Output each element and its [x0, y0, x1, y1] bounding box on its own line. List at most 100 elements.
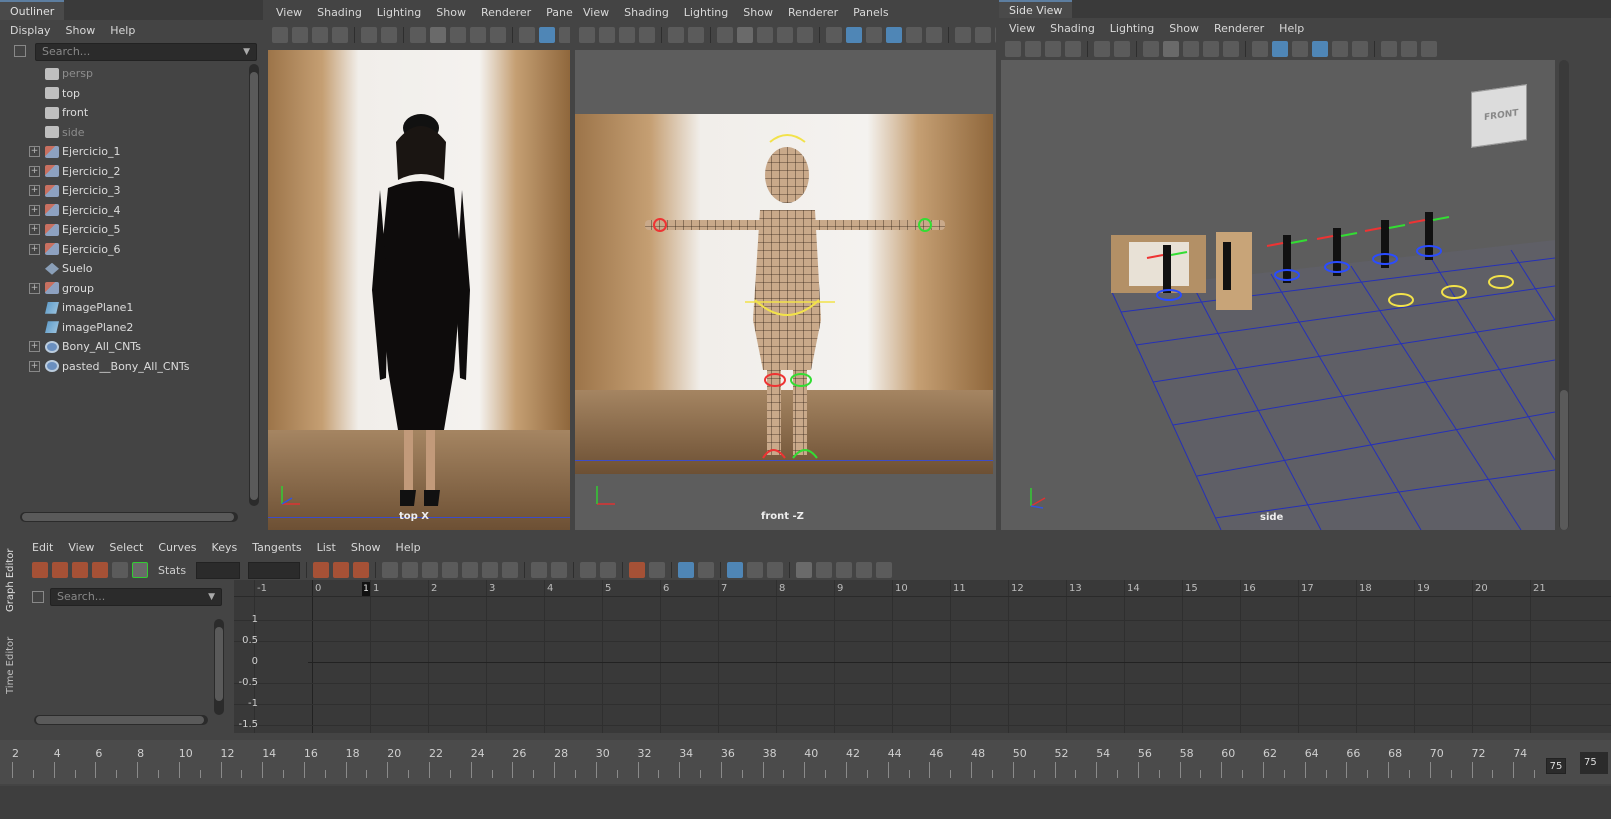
toolbar-tool-icon[interactable] [410, 27, 426, 43]
outliner-item-ejercicio-2[interactable]: + Ejercicio_2 [10, 162, 255, 182]
outliner-item-ejercicio-6[interactable]: + Ejercicio_6 [10, 240, 255, 260]
toolbar-tool-icon[interactable] [1292, 41, 1308, 57]
outliner-item-pasted-bony-all-cnts[interactable]: + pasted__Bony_All_CNTs [10, 357, 255, 377]
side-menu-help[interactable]: Help [1279, 22, 1304, 35]
flat-tangent-icon[interactable] [462, 562, 479, 578]
front-menu-renderer[interactable]: Renderer [788, 6, 838, 19]
outliner-item-ejercicio-4[interactable]: + Ejercicio_4 [10, 201, 255, 221]
expand-icon[interactable]: + [29, 360, 40, 372]
retime-icon[interactable] [112, 562, 128, 578]
lattice-icon[interactable] [72, 562, 88, 578]
chevron-down-icon[interactable]: ▼ [208, 589, 215, 605]
toolbar-tool-icon[interactable] [1163, 41, 1179, 57]
expand-icon[interactable]: + [29, 282, 40, 294]
view-cube[interactable]: FRONT [1471, 84, 1527, 148]
graph-editor-menu-tangents[interactable]: Tangents [252, 541, 301, 554]
toolbar-tool-icon[interactable] [1114, 41, 1130, 57]
toolbar-tool-icon[interactable] [599, 27, 615, 43]
toolbar-tool-icon[interactable] [1025, 41, 1041, 57]
outliner-item-bony-all-cnts[interactable]: + Bony_All_CNTs [10, 337, 255, 357]
range-slider-bar[interactable] [0, 786, 1611, 819]
green-key-icon[interactable] [132, 562, 148, 578]
isolate-icon[interactable] [796, 562, 813, 578]
toolbar-tool-icon[interactable] [1183, 41, 1199, 57]
outliner-item-imageplane1[interactable]: imagePlane1 [10, 298, 255, 318]
graph-editor-menu-select[interactable]: Select [109, 541, 143, 554]
auto-tangent-icon[interactable] [382, 562, 399, 578]
pre-infinity-icon[interactable] [698, 562, 715, 578]
frame-selection-icon[interactable] [333, 562, 350, 578]
outliner-item-front[interactable]: front [10, 103, 255, 123]
toolbar-tool-icon[interactable] [1312, 41, 1328, 57]
side-menu-shading[interactable]: Shading [1050, 22, 1095, 35]
outliner-search-input[interactable]: Search... ▼ [35, 43, 257, 61]
toolbar-tool-icon[interactable] [1352, 41, 1368, 57]
toolbar-tool-icon[interactable] [846, 27, 862, 43]
graph-editor-menu-keys[interactable]: Keys [212, 541, 238, 554]
graph-editor-menu-list[interactable]: List [317, 541, 336, 554]
toolbar-tool-icon[interactable] [797, 27, 813, 43]
outliner-item-top[interactable]: top [10, 84, 255, 104]
simplify-icon[interactable] [856, 562, 873, 578]
euler-filter-icon[interactable] [816, 562, 833, 578]
linear-tangent-icon[interactable] [442, 562, 459, 578]
post-infinity-icon[interactable] [727, 562, 744, 578]
toolbar-tool-icon[interactable] [559, 27, 570, 43]
toolbar-tool-icon[interactable] [519, 27, 535, 43]
outliner-item-group[interactable]: + group [10, 279, 255, 299]
expand-icon[interactable]: + [29, 165, 40, 177]
toolbar-tool-icon[interactable] [619, 27, 635, 43]
toolbar-tool-icon[interactable] [737, 27, 753, 43]
clamped-tangent-icon[interactable] [422, 562, 439, 578]
toolbar-tool-icon[interactable] [579, 27, 595, 43]
expand-icon[interactable]: + [29, 185, 40, 197]
front-menu-shading[interactable]: Shading [624, 6, 669, 19]
toolbar-tool-icon[interactable] [1143, 41, 1159, 57]
toolbar-tool-icon[interactable] [332, 27, 348, 43]
expand-icon[interactable]: + [29, 243, 40, 255]
frame-playback-icon[interactable] [353, 562, 370, 578]
current-frame-field[interactable]: 75 [1546, 758, 1566, 774]
toolbar-tool-icon[interactable] [272, 27, 288, 43]
toolbar-tool-icon[interactable] [1065, 41, 1081, 57]
tab-graph-editor[interactable]: Graph Editor [5, 547, 21, 613]
outliner-item-suelo[interactable]: Suelo [10, 259, 255, 279]
outliner-menu-display[interactable]: Display [10, 24, 51, 37]
toolbar-tool-icon[interactable] [955, 27, 971, 43]
outliner-tab[interactable]: Outliner [0, 0, 65, 20]
chevron-down-icon[interactable]: ▼ [243, 44, 250, 60]
unify-tangents-icon[interactable] [600, 562, 617, 578]
toolbar-tool-icon[interactable] [381, 27, 397, 43]
stats-field-1[interactable] [196, 561, 241, 579]
region-icon[interactable] [92, 562, 108, 578]
viewport-top[interactable]: top X [268, 50, 570, 530]
toolbar-tool-icon[interactable] [1045, 41, 1061, 57]
toolbar-tool-icon[interactable] [668, 27, 684, 43]
toolbar-tool-icon[interactable] [1272, 41, 1288, 57]
plateau-tangent-icon[interactable] [502, 562, 519, 578]
toolbar-tool-icon[interactable] [1203, 41, 1219, 57]
toolbar-tool-icon[interactable] [906, 27, 922, 43]
toolbar-tool-icon[interactable] [688, 27, 704, 43]
toolbar-tool-icon[interactable] [717, 27, 733, 43]
curve-view-icon[interactable] [747, 562, 764, 578]
side-menu-lighting[interactable]: Lighting [1110, 22, 1154, 35]
outliner-item-ejercicio-5[interactable]: + Ejercicio_5 [10, 220, 255, 240]
move-keys-icon[interactable] [32, 562, 48, 578]
graph-editor-menu-edit[interactable]: Edit [32, 541, 53, 554]
outliner-filter-icon[interactable] [14, 45, 26, 57]
toolbar-tool-icon[interactable] [826, 27, 842, 43]
top-menu-shading[interactable]: Shading [317, 6, 362, 19]
graph-editor-list-hscrollbar[interactable] [34, 715, 208, 725]
expand-icon[interactable]: + [29, 204, 40, 216]
toolbar-tool-icon[interactable] [866, 27, 882, 43]
toolbar-tool-icon[interactable] [1332, 41, 1348, 57]
outliner-item-side[interactable]: side [10, 123, 255, 143]
expand-icon[interactable]: + [29, 224, 40, 236]
swap-buffer-icon[interactable] [551, 562, 568, 578]
toolbar-tool-icon[interactable] [777, 27, 793, 43]
toolbar-tool-icon[interactable] [490, 27, 506, 43]
outliner-item-imageplane2[interactable]: imagePlane2 [10, 318, 255, 338]
graph-editor-filter-icon[interactable] [32, 591, 44, 603]
break-tangents-icon[interactable] [580, 562, 597, 578]
